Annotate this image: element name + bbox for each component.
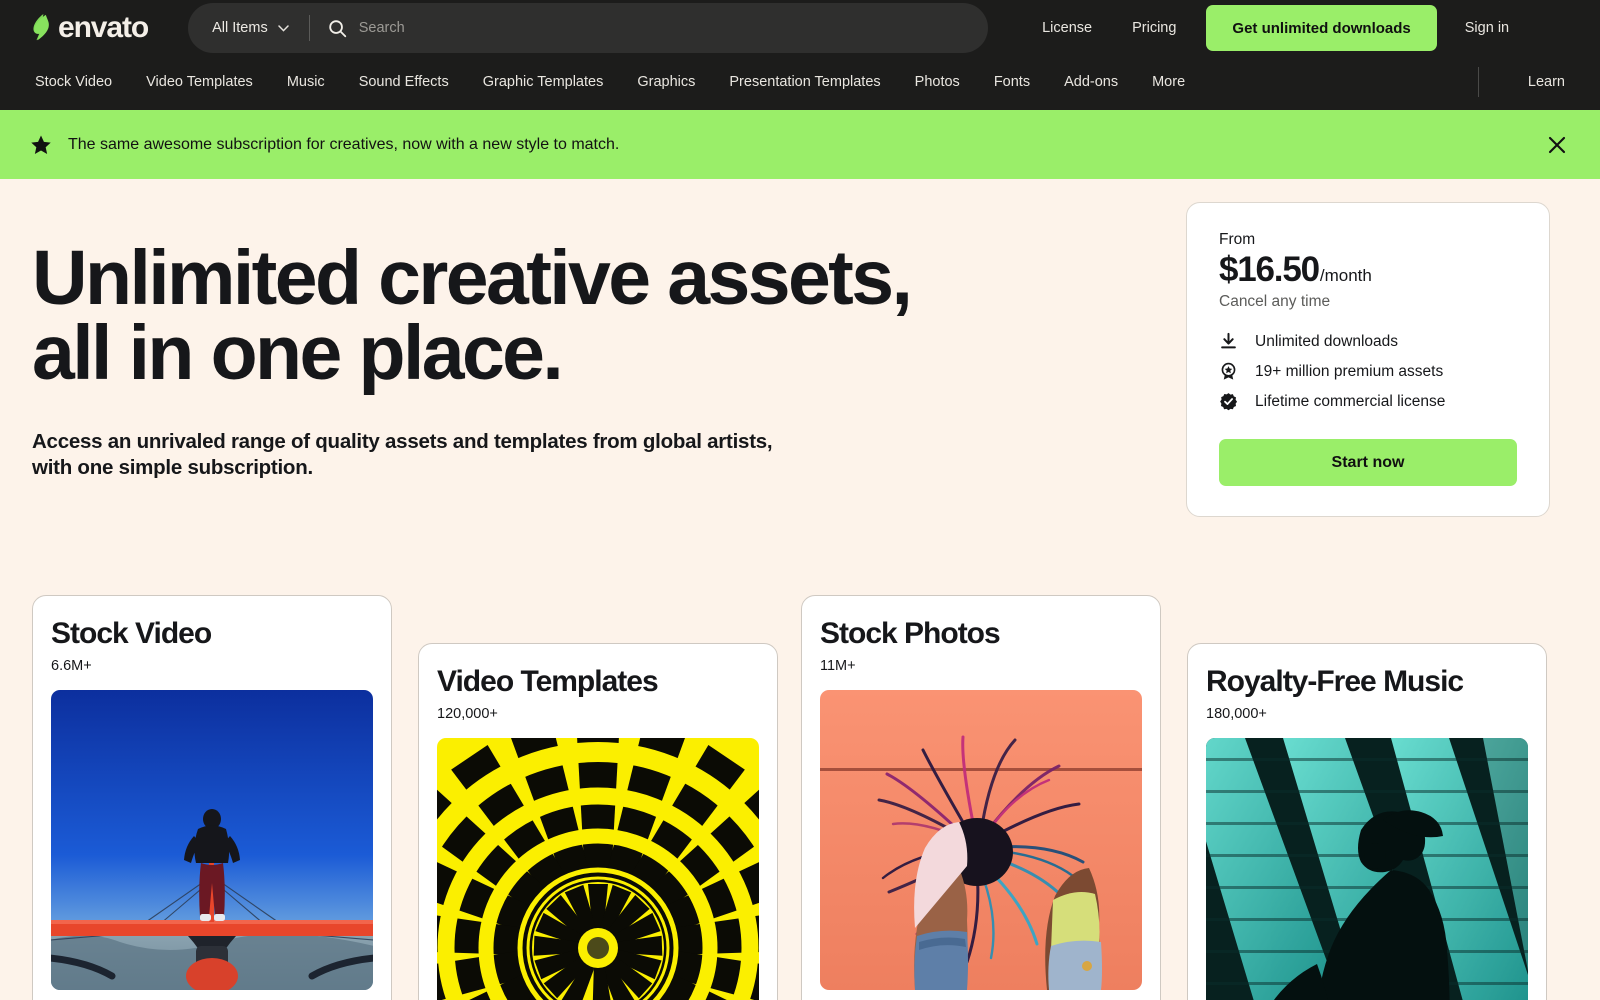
close-icon[interactable]: [1540, 128, 1574, 162]
price-from-label: From: [1219, 231, 1256, 248]
pricing-card: From $16.50 /month Cancel any time Unlim…: [1186, 202, 1550, 517]
search-input[interactable]: [358, 3, 985, 53]
price-row: $16.50 /month: [1219, 250, 1517, 290]
promo-banner-message: The same awesome subscription for creati…: [68, 135, 620, 153]
hero-title-line2: all in one place.: [32, 309, 564, 396]
feature-label: Lifetime commercial license: [1255, 392, 1446, 410]
category-title: Video Templates: [437, 665, 659, 698]
feature-commercial-license: Lifetime commercial license: [1219, 392, 1517, 411]
search-icon: [328, 19, 347, 38]
search-divider: [308, 15, 310, 41]
nav-item-presentation-templates[interactable]: Presentation Templates: [712, 74, 897, 90]
category-card-stock-photos[interactable]: Stock Photos 11M+: [801, 595, 1161, 1000]
category-count: 11M+: [820, 657, 856, 674]
feature-label: Unlimited downloads: [1255, 332, 1399, 350]
dj-silhouette-teal-stage-photo: [1206, 737, 1528, 1000]
feature-premium-assets: 19+ million premium assets: [1219, 362, 1517, 381]
nav-item-music[interactable]: Music: [270, 74, 342, 90]
nav-item-graphics[interactable]: Graphics: [620, 74, 712, 90]
header-primary-row: envato All Items License Pricing Get unl…: [0, 0, 1600, 56]
nav-item-stock-video[interactable]: Stock Video: [30, 74, 129, 90]
price-period: /month: [1319, 266, 1372, 285]
get-unlimited-downloads-button[interactable]: Get unlimited downloads: [1206, 5, 1437, 51]
nav-item-sound-effects[interactable]: Sound Effects: [342, 74, 466, 90]
header-link-pricing[interactable]: Pricing: [1112, 20, 1196, 36]
cancel-any-time-label: Cancel any time: [1219, 293, 1331, 310]
hero-subtitle: Access an unrivaled range of quality ass…: [32, 429, 773, 481]
nav-separator: [1477, 67, 1479, 97]
category-card-royalty-free-music[interactable]: Royalty-Free Music 180,000+: [1187, 643, 1547, 1000]
search-scope-selector[interactable]: All Items: [212, 20, 289, 36]
category-count: 120,000+: [437, 705, 498, 722]
category-count: 180,000+: [1206, 705, 1267, 722]
category-count: 6.6M+: [51, 657, 92, 674]
start-now-button[interactable]: Start now: [1219, 439, 1517, 486]
category-title: Royalty-Free Music: [1206, 665, 1464, 698]
nav-right-group: Learn: [1477, 67, 1582, 97]
yellow-black-kaleidoscope-graphic: [437, 737, 759, 1000]
feature-label: 19+ million premium assets: [1255, 362, 1444, 380]
hero-subtitle-line2: with one simple subscription.: [32, 456, 313, 480]
search-bar[interactable]: All Items: [188, 3, 989, 53]
women-colorful-braids-orange-wall-photo: [820, 689, 1142, 990]
header-category-nav: Stock Video Video Templates Music Sound …: [0, 56, 1600, 108]
nav-item-photos[interactable]: Photos: [898, 74, 977, 90]
nav-item-video-templates[interactable]: Video Templates: [129, 74, 270, 90]
download-icon: [1219, 332, 1238, 351]
hero-title-line1: Unlimited creative assets,: [32, 235, 913, 321]
site-header: envato All Items License Pricing Get unl…: [0, 0, 1600, 110]
check-badge-icon: [1219, 392, 1238, 411]
hero-subtitle-line1: Access an unrivaled range of quality ass…: [32, 430, 773, 453]
nav-item-fonts[interactable]: Fonts: [977, 74, 1047, 90]
feature-unlimited-downloads: Unlimited downloads: [1219, 332, 1517, 351]
promo-banner: The same awesome subscription for creati…: [0, 110, 1600, 179]
nav-item-more[interactable]: More: [1135, 74, 1202, 90]
page-title: Unlimited creative assets, all in one pl…: [32, 240, 913, 392]
category-card-stock-video[interactable]: Stock Video 6.6M+: [32, 595, 392, 1000]
envato-logo[interactable]: envato: [30, 11, 149, 44]
category-card-video-templates[interactable]: Video Templates 120,000+: [418, 643, 778, 1000]
wingwalker-biplane-photo: [51, 689, 373, 990]
nav-item-graphic-templates[interactable]: Graphic Templates: [466, 74, 621, 90]
nav-item-learn[interactable]: Learn: [1511, 74, 1582, 90]
star-icon: [30, 134, 68, 156]
hero-section: Unlimited creative assets, all in one pl…: [0, 179, 1600, 587]
price-amount: $16.50: [1219, 250, 1320, 289]
header-utility-links: License Pricing Get unlimited downloads …: [1022, 5, 1515, 51]
award-badge-icon: [1219, 362, 1238, 381]
envato-bolt-logo-icon: [30, 13, 56, 43]
category-nav-items: Stock Video Video Templates Music Sound …: [30, 74, 1202, 90]
category-title: Stock Photos: [820, 617, 1001, 650]
sign-in-link[interactable]: Sign in: [1447, 20, 1515, 36]
chevron-down-icon: [277, 24, 289, 32]
header-link-license[interactable]: License: [1022, 20, 1112, 36]
logo-wordmark: envato: [58, 11, 149, 44]
category-title: Stock Video: [51, 617, 212, 650]
nav-item-add-ons[interactable]: Add-ons: [1047, 74, 1135, 90]
search-scope-label: All Items: [212, 20, 268, 36]
category-cards-section: Stock Video 6.6M+ Video Templates 120,00…: [0, 587, 1600, 1000]
